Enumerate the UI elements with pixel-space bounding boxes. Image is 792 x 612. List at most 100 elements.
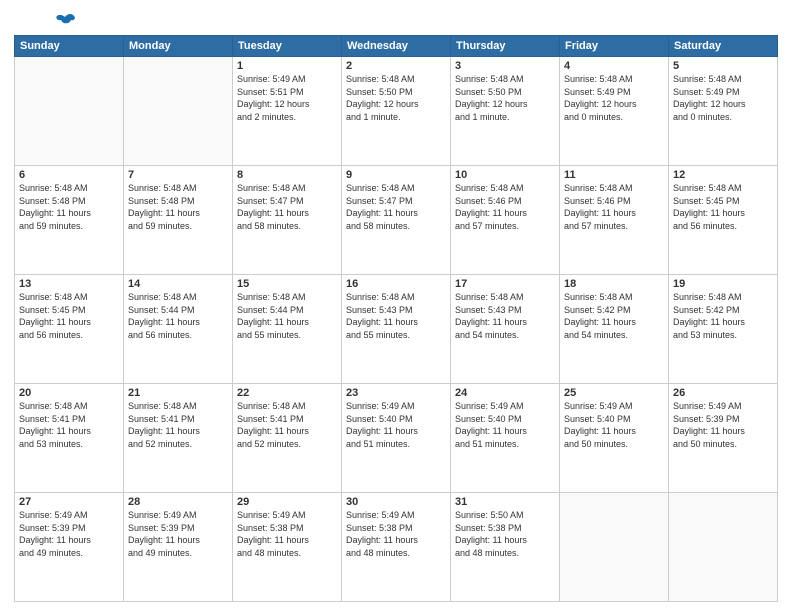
cell-info: Sunrise: 5:48 AM [455,73,555,86]
cell-info: and 51 minutes. [346,438,446,451]
calendar-table: SundayMondayTuesdayWednesdayThursdayFrid… [14,35,778,602]
cell-info: Sunset: 5:41 PM [19,413,119,426]
cell-info: and 56 minutes. [19,329,119,342]
cell-info: Sunset: 5:41 PM [237,413,337,426]
cell-info: Sunset: 5:46 PM [455,195,555,208]
cell-info: and 59 minutes. [128,220,228,233]
cell-info: Sunrise: 5:49 AM [237,73,337,86]
cell-info: Daylight: 12 hours [455,98,555,111]
cell-info: Daylight: 11 hours [673,207,773,220]
calendar-cell: 15Sunrise: 5:48 AMSunset: 5:44 PMDayligh… [233,275,342,384]
day-number: 2 [346,60,446,72]
cell-info: and 57 minutes. [564,220,664,233]
day-number: 25 [564,387,664,399]
cell-info: Sunset: 5:48 PM [128,195,228,208]
cell-info: and 2 minutes. [237,111,337,124]
cell-info: Sunset: 5:50 PM [346,86,446,99]
cell-info: Sunset: 5:50 PM [455,86,555,99]
cell-info: Sunrise: 5:48 AM [19,400,119,413]
day-number: 16 [346,278,446,290]
cell-info: Daylight: 11 hours [19,534,119,547]
calendar-cell: 26Sunrise: 5:49 AMSunset: 5:39 PMDayligh… [669,384,778,493]
cell-info: Daylight: 11 hours [128,316,228,329]
cell-info: Daylight: 11 hours [237,207,337,220]
cell-info: Sunrise: 5:49 AM [455,400,555,413]
cell-info: and 1 minute. [455,111,555,124]
cell-info: Daylight: 12 hours [564,98,664,111]
calendar-week-3: 13Sunrise: 5:48 AMSunset: 5:45 PMDayligh… [15,275,778,384]
calendar-header-tuesday: Tuesday [233,36,342,57]
cell-info: Sunset: 5:45 PM [19,304,119,317]
cell-info: Sunrise: 5:49 AM [346,400,446,413]
cell-info: Sunrise: 5:48 AM [237,400,337,413]
calendar-week-2: 6Sunrise: 5:48 AMSunset: 5:48 PMDaylight… [15,166,778,275]
cell-info: Sunset: 5:44 PM [128,304,228,317]
cell-info: Daylight: 12 hours [673,98,773,111]
calendar-header-friday: Friday [560,36,669,57]
calendar-cell [560,493,669,602]
day-number: 26 [673,387,773,399]
day-number: 6 [19,169,119,181]
cell-info: Sunset: 5:39 PM [128,522,228,535]
logo-bird-icon [55,13,77,29]
calendar-cell: 9Sunrise: 5:48 AMSunset: 5:47 PMDaylight… [342,166,451,275]
cell-info: and 52 minutes. [237,438,337,451]
day-number: 1 [237,60,337,72]
cell-info: Daylight: 11 hours [564,316,664,329]
cell-info: Sunset: 5:49 PM [673,86,773,99]
cell-info: and 51 minutes. [455,438,555,451]
calendar-cell: 13Sunrise: 5:48 AMSunset: 5:45 PMDayligh… [15,275,124,384]
calendar-cell: 25Sunrise: 5:49 AMSunset: 5:40 PMDayligh… [560,384,669,493]
day-number: 8 [237,169,337,181]
cell-info: Sunset: 5:40 PM [455,413,555,426]
cell-info: and 56 minutes. [673,220,773,233]
calendar-cell: 10Sunrise: 5:48 AMSunset: 5:46 PMDayligh… [451,166,560,275]
calendar-cell: 6Sunrise: 5:48 AMSunset: 5:48 PMDaylight… [15,166,124,275]
day-number: 31 [455,496,555,508]
cell-info: Sunrise: 5:48 AM [237,291,337,304]
cell-info: and 58 minutes. [346,220,446,233]
cell-info: Sunrise: 5:49 AM [237,509,337,522]
calendar-cell: 19Sunrise: 5:48 AMSunset: 5:42 PMDayligh… [669,275,778,384]
cell-info: Daylight: 11 hours [128,207,228,220]
cell-info: Sunset: 5:39 PM [673,413,773,426]
cell-info: Sunset: 5:40 PM [346,413,446,426]
calendar-cell: 16Sunrise: 5:48 AMSunset: 5:43 PMDayligh… [342,275,451,384]
cell-info: Daylight: 11 hours [673,425,773,438]
day-number: 30 [346,496,446,508]
cell-info: and 50 minutes. [564,438,664,451]
calendar-week-1: 1Sunrise: 5:49 AMSunset: 5:51 PMDaylight… [15,57,778,166]
cell-info: Daylight: 11 hours [455,534,555,547]
cell-info: Daylight: 11 hours [19,425,119,438]
day-number: 12 [673,169,773,181]
calendar-cell: 23Sunrise: 5:49 AMSunset: 5:40 PMDayligh… [342,384,451,493]
cell-info: and 0 minutes. [673,111,773,124]
cell-info: Daylight: 11 hours [455,425,555,438]
cell-info: and 57 minutes. [455,220,555,233]
cell-info: and 48 minutes. [346,547,446,560]
calendar-header-monday: Monday [124,36,233,57]
cell-info: Sunrise: 5:49 AM [128,509,228,522]
cell-info: Sunrise: 5:48 AM [564,73,664,86]
cell-info: Daylight: 11 hours [128,425,228,438]
calendar-body: 1Sunrise: 5:49 AMSunset: 5:51 PMDaylight… [15,57,778,602]
cell-info: Sunset: 5:38 PM [455,522,555,535]
cell-info: Sunrise: 5:49 AM [673,400,773,413]
calendar-cell: 5Sunrise: 5:48 AMSunset: 5:49 PMDaylight… [669,57,778,166]
calendar-cell: 3Sunrise: 5:48 AMSunset: 5:50 PMDaylight… [451,57,560,166]
cell-info: Daylight: 11 hours [346,316,446,329]
cell-info: Sunset: 5:42 PM [564,304,664,317]
cell-info: Daylight: 12 hours [346,98,446,111]
calendar-week-5: 27Sunrise: 5:49 AMSunset: 5:39 PMDayligh… [15,493,778,602]
calendar-cell: 21Sunrise: 5:48 AMSunset: 5:41 PMDayligh… [124,384,233,493]
calendar-header-row: SundayMondayTuesdayWednesdayThursdayFrid… [15,36,778,57]
cell-info: Sunset: 5:43 PM [455,304,555,317]
cell-info: Sunset: 5:44 PM [237,304,337,317]
calendar-cell: 17Sunrise: 5:48 AMSunset: 5:43 PMDayligh… [451,275,560,384]
cell-info: and 53 minutes. [673,329,773,342]
cell-info: Daylight: 11 hours [673,316,773,329]
calendar-week-4: 20Sunrise: 5:48 AMSunset: 5:41 PMDayligh… [15,384,778,493]
cell-info: Daylight: 11 hours [346,425,446,438]
cell-info: Sunrise: 5:48 AM [128,400,228,413]
calendar-cell: 7Sunrise: 5:48 AMSunset: 5:48 PMDaylight… [124,166,233,275]
